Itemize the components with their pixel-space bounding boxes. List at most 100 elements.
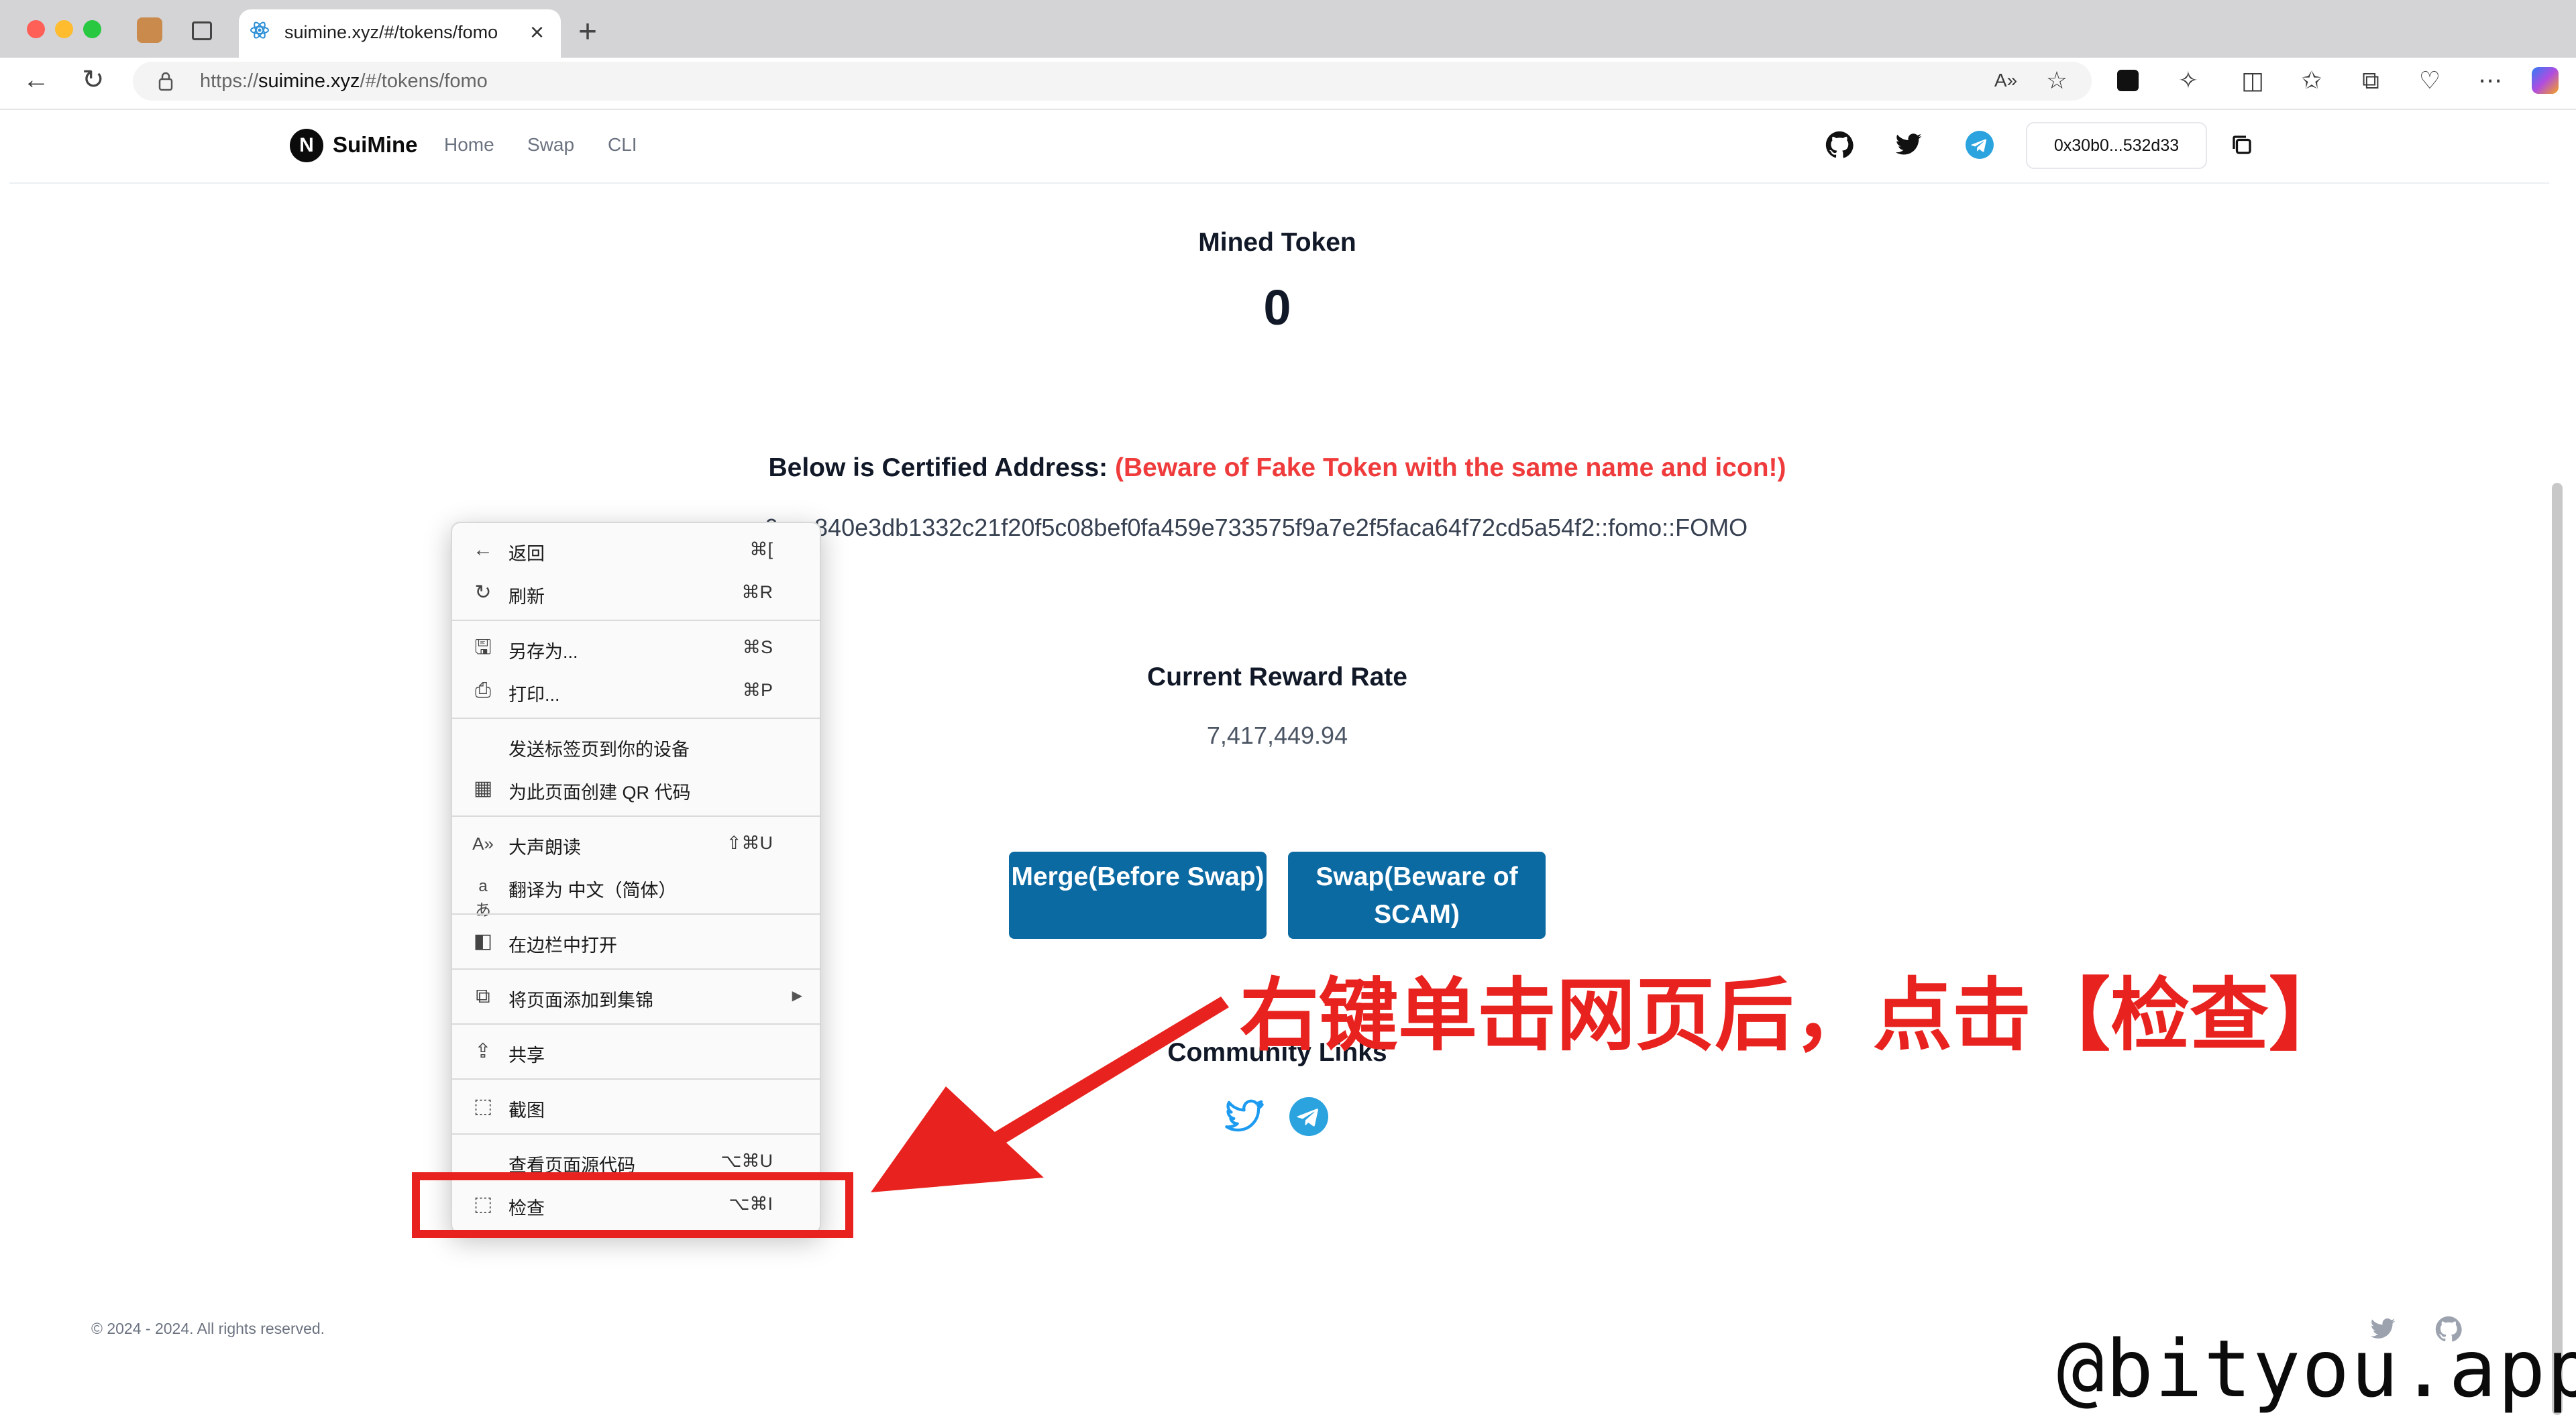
menu-divider: [452, 968, 820, 970]
profile-avatar-icon[interactable]: [137, 17, 162, 43]
menu-divider: [452, 620, 820, 621]
back-arrow-icon: ←: [473, 539, 493, 561]
mined-token-value: 0: [1263, 280, 1291, 335]
close-window-button[interactable]: [27, 20, 45, 38]
menu-item-label: 发送标签页到你的设备: [508, 740, 690, 760]
translate-icon: aあ: [475, 877, 491, 919]
tab-title: suimine.xyz/#/tokens/fomo: [284, 22, 498, 42]
tab-close-icon[interactable]: ×: [530, 17, 544, 47]
instruction-callout: 右键单击网页后，点击【检查】: [1240, 969, 2349, 1062]
menu-item-label: 返回: [508, 544, 545, 564]
back-icon[interactable]: ←: [23, 64, 50, 95]
menu-item-shortcut: ⌘[: [749, 539, 773, 559]
tab-actions-icon[interactable]: [192, 21, 212, 40]
page-scrollbar[interactable]: [2552, 483, 2563, 1415]
copilot-icon[interactable]: [2532, 67, 2559, 94]
merge-button[interactable]: Merge(Before Swap): [1009, 852, 1267, 939]
refresh-icon: ↻: [474, 581, 492, 604]
menu-item-label: 翻译为 中文（简体）: [508, 881, 677, 901]
screenshot-icon: ⬚: [473, 1095, 493, 1117]
menu-item-shortcut: ⌘R: [741, 582, 773, 602]
menu-item-label: 在边栏中打开: [508, 936, 617, 956]
sidebar-icon: ◧: [473, 930, 493, 952]
mined-token-label: Mined Token: [1198, 228, 1356, 257]
red-arrow-icon: [871, 997, 1229, 1192]
github-icon[interactable]: [1825, 131, 1854, 159]
split-screen-icon[interactable]: ◫: [2238, 67, 2267, 94]
menu-item-read-aloud[interactable]: A» 大声朗读 ⇧⌘U: [451, 824, 821, 864]
nav-swap[interactable]: Swap: [527, 134, 574, 156]
community-telegram-icon[interactable]: [1289, 1097, 1328, 1136]
reload-icon[interactable]: ↻: [82, 64, 105, 95]
certified-address[interactable]: 0x…840e3db1332c21f20f5c08bef0fa459e73357…: [765, 514, 1748, 542]
menu-item-label: 刷新: [508, 587, 545, 607]
menu-item-translate[interactable]: aあ 翻译为 中文（简体）: [451, 866, 821, 919]
twitter-icon[interactable]: [1894, 131, 1923, 159]
collections-icon[interactable]: ⧉: [2356, 67, 2385, 94]
maximize-window-button[interactable]: [83, 20, 101, 38]
read-aloud-icon: A»: [472, 834, 494, 854]
menu-item-refresh[interactable]: ↻ 刷新 ⌘R: [451, 573, 821, 613]
url-text[interactable]: https://suimine.xyz/#/tokens/fomo: [200, 70, 488, 93]
watermark: @bityou.app: [2057, 1322, 2576, 1415]
favorite-star-icon[interactable]: ☆: [2042, 67, 2072, 94]
submenu-arrow-icon: ▶: [792, 988, 802, 1003]
share-icon: ⇪: [474, 1040, 492, 1062]
menu-divider: [452, 1078, 820, 1080]
menu-item-print[interactable]: ⎙ 打印... ⌘P: [451, 671, 821, 711]
menu-item-label: 打印...: [508, 685, 560, 705]
reward-rate-label: Current Reward Rate: [1147, 663, 1407, 691]
minimize-window-button[interactable]: [55, 20, 73, 38]
wallet-address-button[interactable]: 0x30b0...532d33: [2026, 122, 2207, 169]
site-logo[interactable]: N: [290, 129, 323, 162]
fake-token-warning: (Beware of Fake Token with the same name…: [1115, 453, 1786, 482]
menu-item-shortcut: ⌥⌘U: [720, 1151, 773, 1171]
menu-divider: [452, 815, 820, 817]
menu-item-shortcut: ⇧⌘U: [726, 833, 773, 853]
menu-item-open-sidebar[interactable]: ◧ 在边栏中打开: [451, 921, 821, 962]
copy-icon[interactable]: [2230, 133, 2254, 157]
menu-divider: [452, 913, 820, 915]
menu-item-label: 另存为...: [508, 642, 578, 662]
menu-item-shortcut: ⌘S: [742, 637, 773, 657]
telegram-icon[interactable]: [1966, 131, 1994, 159]
menu-divider: [452, 718, 820, 719]
nav-cli[interactable]: CLI: [608, 134, 637, 156]
more-menu-icon[interactable]: ⋯: [2475, 67, 2505, 94]
extensions-puzzle-icon[interactable]: ✧: [2174, 67, 2203, 94]
menu-divider: [452, 1133, 820, 1135]
collections-icon: ⧉: [476, 985, 490, 1007]
save-icon: 🖫: [474, 636, 492, 659]
qr-code-icon: ▦: [473, 777, 493, 799]
menu-item-back[interactable]: ← 返回 ⌘[: [451, 530, 821, 570]
browser-essentials-icon[interactable]: ♡: [2415, 67, 2445, 94]
menu-item-qr-code[interactable]: ▦ 为此页面创建 QR 代码: [451, 769, 821, 809]
brand-name[interactable]: SuiMine: [333, 132, 418, 158]
menu-item-share[interactable]: ⇪ 共享: [451, 1031, 821, 1072]
menu-item-send-tab[interactable]: 发送标签页到你的设备: [451, 726, 821, 766]
certified-address-heading: Below is Certified Address: (Beware of F…: [0, 453, 2555, 483]
reward-rate-value: 7,417,449.94: [1206, 722, 1348, 749]
menu-item-shortcut: ⌘P: [742, 680, 773, 700]
menu-item-label: 截图: [508, 1100, 545, 1121]
favorites-icon[interactable]: ✩: [2297, 67, 2326, 94]
menu-item-label: 为此页面创建 QR 代码: [508, 783, 691, 803]
menu-item-save-as[interactable]: 🖫 另存为... ⌘S: [451, 628, 821, 668]
printer-icon: ⎙: [475, 679, 491, 701]
footer-copyright: © 2024 - 2024. All rights reserved.: [91, 1320, 325, 1337]
menu-item-label: 大声朗读: [508, 838, 581, 858]
lock-icon[interactable]: [158, 71, 173, 91]
menu-item-label: 共享: [508, 1045, 545, 1066]
inspect-highlight-box: [412, 1172, 853, 1238]
new-tab-button[interactable]: +: [578, 13, 597, 51]
certified-address-label: Below is Certified Address:: [768, 453, 1108, 482]
menu-divider: [452, 1023, 820, 1025]
react-favicon-icon: [250, 21, 269, 39]
nav-home[interactable]: Home: [444, 134, 494, 156]
menu-item-label: 将页面添加到集锦: [508, 990, 653, 1011]
menu-item-add-to-collections[interactable]: ⧉ 将页面添加到集锦 ▶: [451, 976, 821, 1017]
extension-icon[interactable]: [2117, 70, 2139, 91]
menu-item-screenshot[interactable]: ⬚ 截图: [451, 1086, 821, 1127]
swap-button[interactable]: Swap(Beware of SCAM): [1288, 852, 1546, 939]
read-aloud-icon[interactable]: A»: [1991, 67, 2021, 94]
